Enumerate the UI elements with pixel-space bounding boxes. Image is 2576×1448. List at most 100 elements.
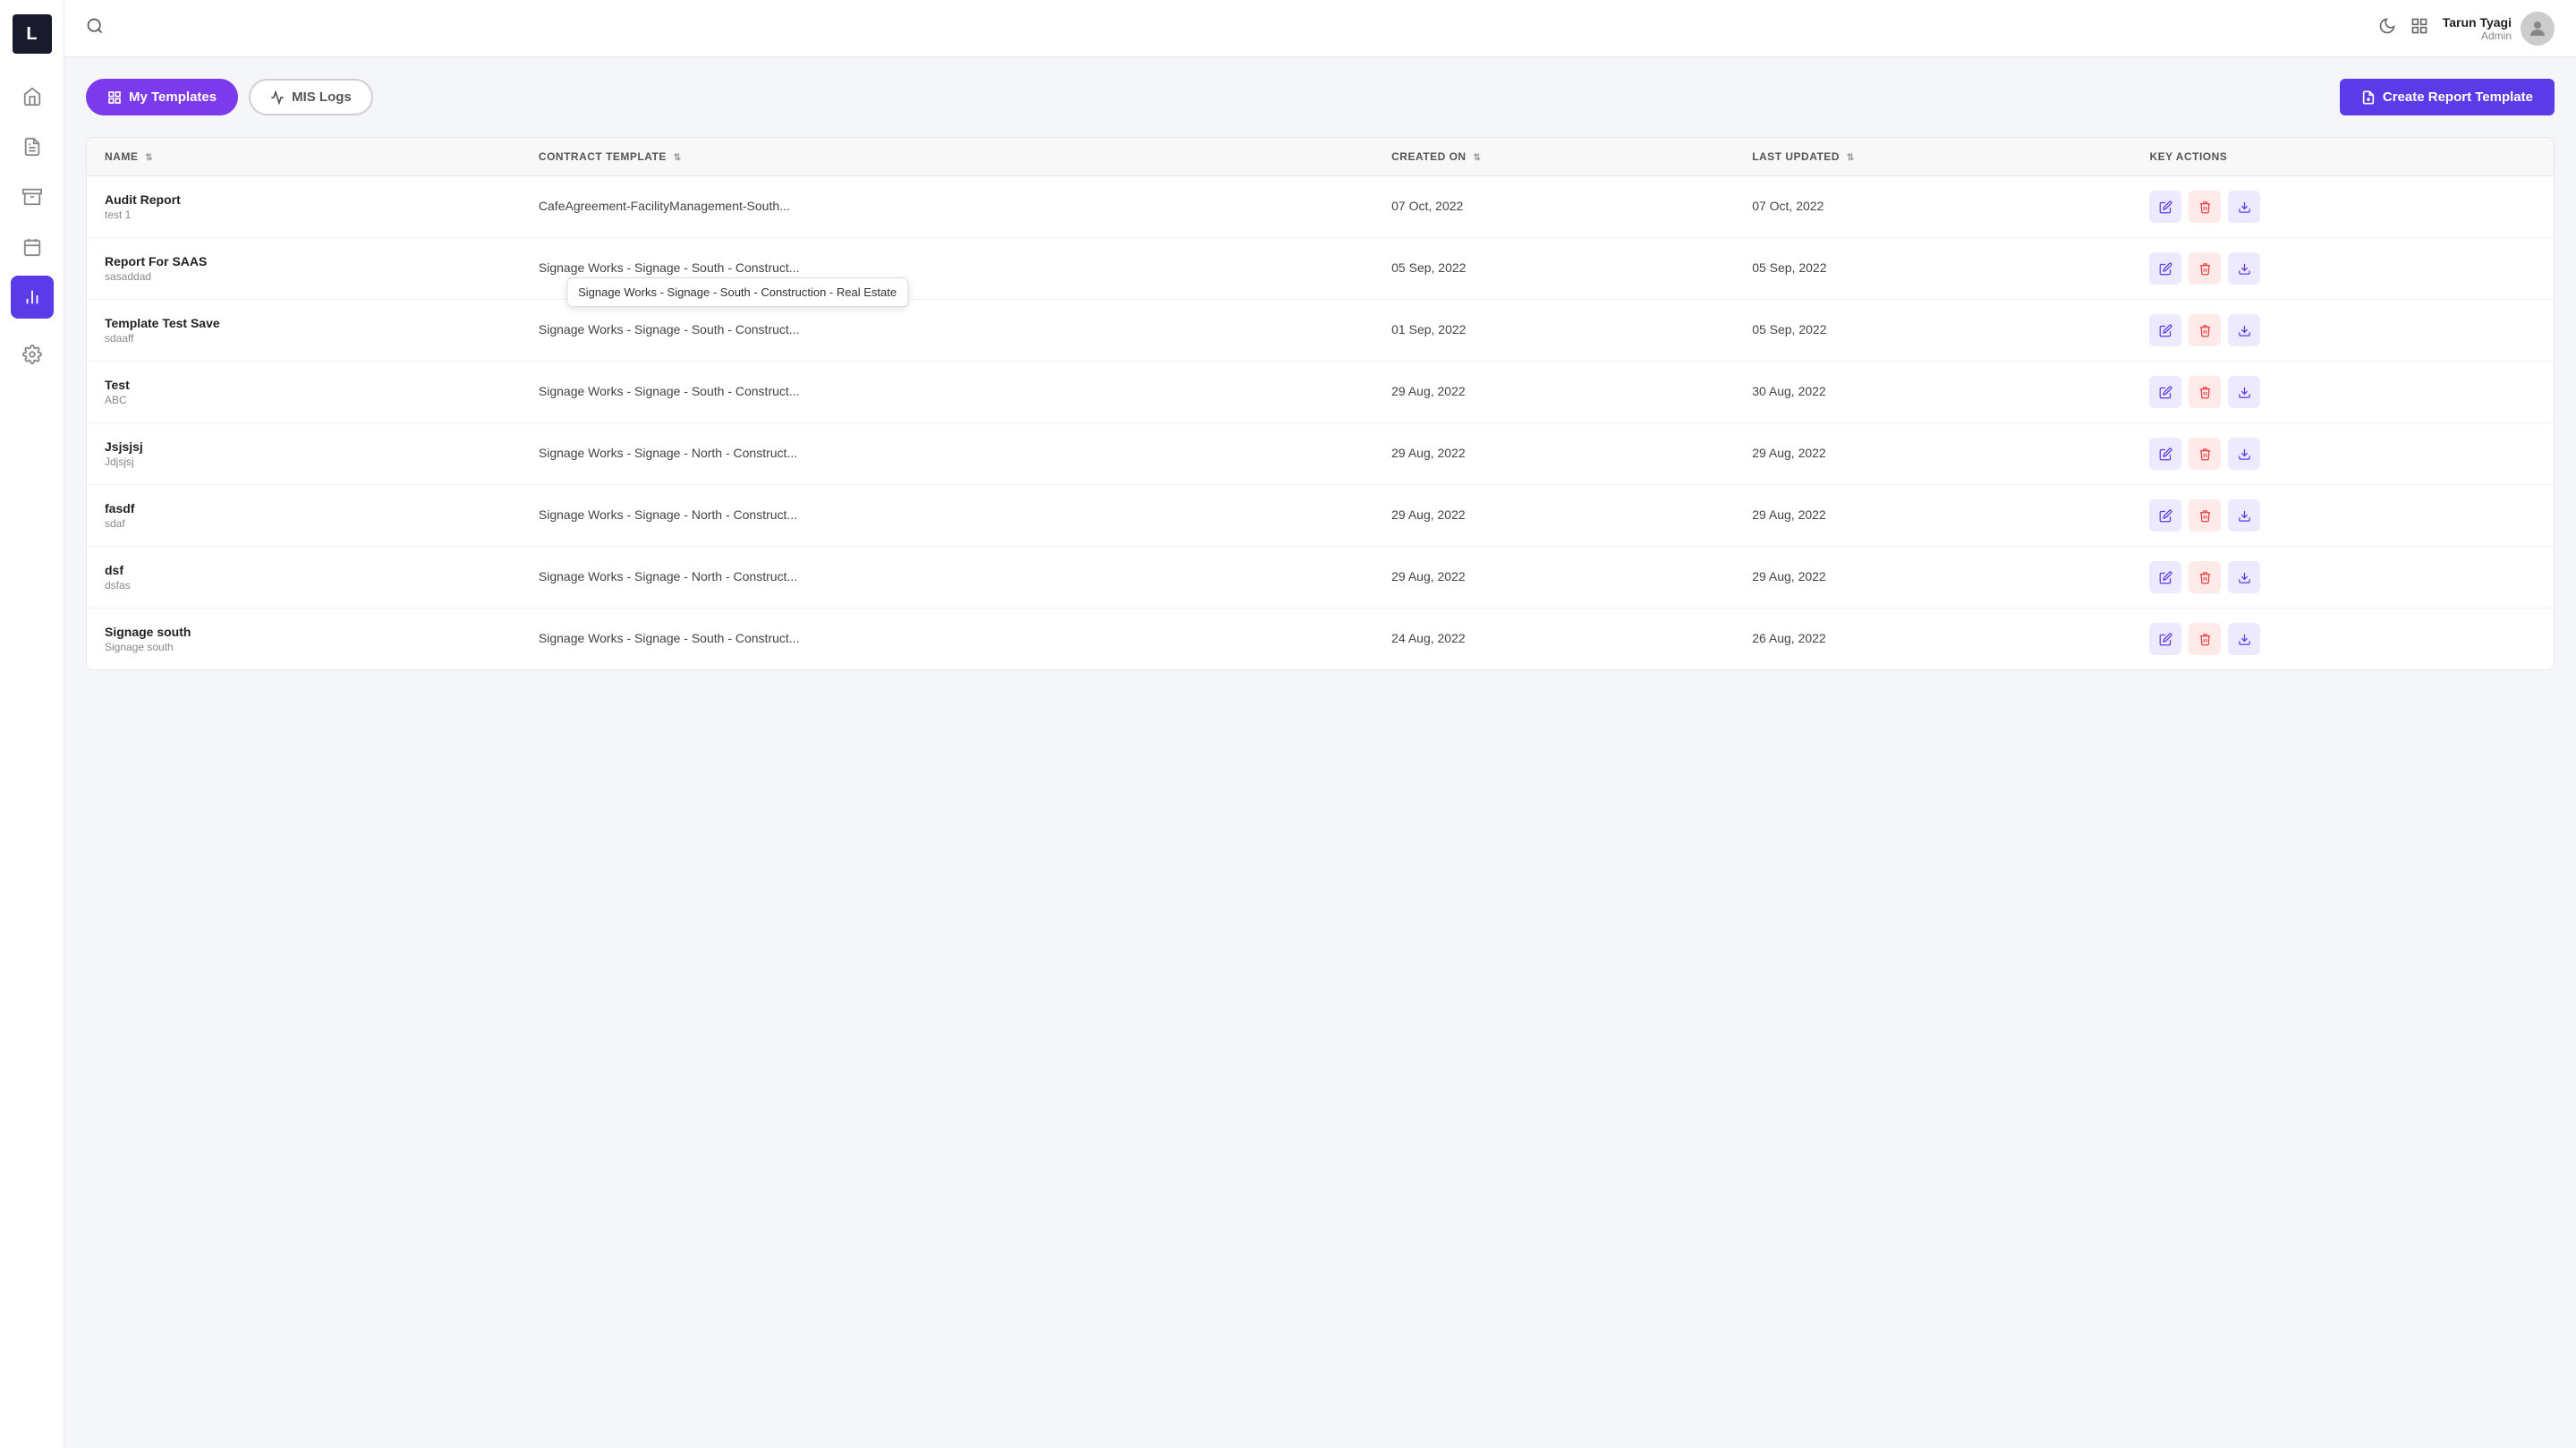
row-name-secondary: test 1 — [105, 209, 503, 221]
edit-button[interactable] — [2149, 499, 2181, 532]
sort-contract-icon[interactable]: ⇅ — [674, 153, 682, 163]
cell-name: Jsjsjsj Jdjsjsj — [87, 423, 521, 485]
cell-last-updated: 05 Sep, 2022 — [1734, 300, 2131, 362]
edit-button[interactable] — [2149, 376, 2181, 408]
actions-group — [2149, 438, 2536, 470]
contract-template-cell: Signage Works - Signage - North - Constr… — [539, 446, 797, 460]
table-row: dsf dsfas Signage Works - Signage - Nort… — [87, 547, 2554, 609]
download-button[interactable] — [2228, 561, 2260, 593]
download-button[interactable] — [2228, 191, 2260, 223]
contract-template-cell: Signage Works - Signage - South - Constr… — [539, 631, 800, 645]
delete-button[interactable] — [2189, 376, 2221, 408]
grid-view-icon[interactable] — [2410, 17, 2428, 39]
cell-contract: CafeAgreement-FacilityManagement-South..… — [521, 176, 1373, 238]
actions-group — [2149, 191, 2536, 223]
tabs-section: My Templates MIS Logs Create Report Temp… — [86, 79, 2555, 115]
sidebar-item-calendar[interactable] — [11, 226, 54, 268]
col-name: NAME ⇅ — [87, 138, 521, 176]
contract-template-cell: Signage Works - Signage - North - Constr… — [539, 569, 797, 583]
cell-created-on: 29 Aug, 2022 — [1373, 423, 1734, 485]
cell-name: Template Test Save sdaaff — [87, 300, 521, 362]
row-name-secondary: sasaddad — [105, 270, 503, 283]
download-button[interactable] — [2228, 438, 2260, 470]
cell-last-updated: 29 Aug, 2022 — [1734, 423, 2131, 485]
sidebar-item-settings[interactable] — [11, 333, 54, 376]
create-report-template-button[interactable]: Create Report Template — [2340, 79, 2555, 115]
download-button[interactable] — [2228, 252, 2260, 285]
table-row: Report For SAAS sasaddad Signage Works -… — [87, 238, 2554, 300]
cell-contract: Signage Works - Signage - South - Constr… — [521, 238, 1373, 300]
sidebar-item-home[interactable] — [11, 75, 54, 118]
cell-actions — [2131, 362, 2554, 423]
col-key-actions: KEY ACTIONS — [2131, 138, 2554, 176]
delete-button[interactable] — [2189, 499, 2221, 532]
delete-button[interactable] — [2189, 314, 2221, 346]
contract-template-cell: Signage Works - Signage - South - Constr… — [539, 322, 800, 338]
sidebar-item-reports[interactable] — [11, 276, 54, 319]
row-name-secondary: sdaf — [105, 517, 503, 530]
cell-last-updated: 29 Aug, 2022 — [1734, 547, 2131, 609]
app-logo[interactable]: L — [13, 14, 52, 54]
cell-actions — [2131, 547, 2554, 609]
download-button[interactable] — [2228, 499, 2260, 532]
cell-actions — [2131, 238, 2554, 300]
delete-button[interactable] — [2189, 623, 2221, 655]
cell-actions — [2131, 485, 2554, 547]
avatar — [2521, 12, 2555, 46]
cell-actions — [2131, 423, 2554, 485]
actions-group — [2149, 376, 2536, 408]
row-name-secondary: ABC — [105, 394, 503, 406]
cell-contract: Signage Works - Signage - North - Constr… — [521, 423, 1373, 485]
tab-mis-logs[interactable]: MIS Logs — [249, 79, 373, 115]
download-button[interactable] — [2228, 623, 2260, 655]
cell-contract: Signage Works - Signage - South - Constr… — [521, 300, 1373, 362]
table-row: fasdf sdaf Signage Works - Signage - Nor… — [87, 485, 2554, 547]
cell-contract: Signage Works - Signage - North - Constr… — [521, 547, 1373, 609]
tab-list: My Templates MIS Logs — [86, 79, 373, 115]
sort-updated-icon[interactable]: ⇅ — [1847, 153, 1855, 163]
contract-template-cell: Signage Works - Signage - North - Constr… — [539, 507, 797, 522]
sort-created-icon[interactable]: ⇅ — [1473, 153, 1481, 163]
sort-name-icon[interactable]: ⇅ — [145, 153, 153, 163]
table-row: Audit Report test 1 CafeAgreement-Facili… — [87, 176, 2554, 238]
actions-group — [2149, 499, 2536, 532]
download-button[interactable] — [2228, 376, 2260, 408]
templates-table: NAME ⇅ CONTRACT TEMPLATE ⇅ CREATED ON ⇅ — [87, 138, 2554, 669]
cell-last-updated: 07 Oct, 2022 — [1734, 176, 2131, 238]
actions-group — [2149, 252, 2536, 285]
row-name-secondary: dsfas — [105, 579, 503, 592]
header-right: Tarun Tyagi Admin — [2378, 12, 2555, 46]
cell-last-updated: 29 Aug, 2022 — [1734, 485, 2131, 547]
edit-button[interactable] — [2149, 561, 2181, 593]
delete-button[interactable] — [2189, 438, 2221, 470]
edit-button[interactable] — [2149, 314, 2181, 346]
edit-button[interactable] — [2149, 252, 2181, 285]
cell-name: Test ABC — [87, 362, 521, 423]
edit-button[interactable] — [2149, 191, 2181, 223]
delete-button[interactable] — [2189, 561, 2221, 593]
templates-table-container: NAME ⇅ CONTRACT TEMPLATE ⇅ CREATED ON ⇅ — [86, 137, 2555, 670]
actions-group — [2149, 623, 2536, 655]
sidebar-item-docs[interactable] — [11, 125, 54, 168]
cell-name: Report For SAAS sasaddad — [87, 238, 521, 300]
table-header: NAME ⇅ CONTRACT TEMPLATE ⇅ CREATED ON ⇅ — [87, 138, 2554, 176]
search-button[interactable] — [86, 17, 104, 39]
cell-actions — [2131, 176, 2554, 238]
table-row: Jsjsjsj Jdjsjsj Signage Works - Signage … — [87, 423, 2554, 485]
edit-button[interactable] — [2149, 438, 2181, 470]
delete-button[interactable] — [2189, 252, 2221, 285]
cell-created-on: 01 Sep, 2022 — [1373, 300, 1734, 362]
cell-created-on: 29 Aug, 2022 — [1373, 547, 1734, 609]
col-created-on: CREATED ON ⇅ — [1373, 138, 1734, 176]
tab-my-templates[interactable]: My Templates — [86, 79, 238, 115]
row-name-primary: Signage south — [105, 625, 503, 639]
table-row: Signage south Signage south Signage Work… — [87, 609, 2554, 670]
edit-button[interactable] — [2149, 623, 2181, 655]
row-name-secondary: Signage south — [105, 641, 503, 653]
table-body: Audit Report test 1 CafeAgreement-Facili… — [87, 176, 2554, 670]
download-button[interactable] — [2228, 314, 2260, 346]
theme-toggle-icon[interactable] — [2378, 17, 2396, 39]
delete-button[interactable] — [2189, 191, 2221, 223]
sidebar-item-archive[interactable] — [11, 175, 54, 218]
user-role: Admin — [2443, 30, 2512, 42]
